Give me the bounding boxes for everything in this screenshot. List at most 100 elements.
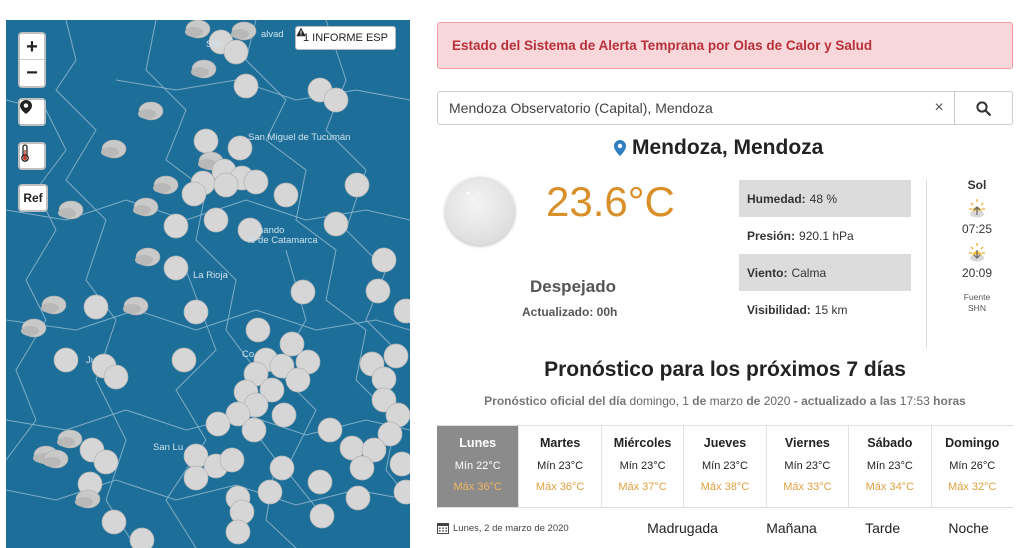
- forecast-sub-mid: - actualizado a las: [793, 394, 897, 408]
- station-marker-clear[interactable]: [323, 211, 349, 237]
- day-tab-martes[interactable]: Martes Mín 23°C Máx 36°C: [518, 426, 600, 507]
- station-marker-clear[interactable]: [241, 417, 267, 443]
- zoom-out-button[interactable]: −: [20, 60, 44, 86]
- station-marker-cloudy-shadow: [101, 147, 119, 157]
- day-name: Domingo: [945, 436, 1000, 450]
- location-heading: Mendoza, Mendoza: [614, 136, 823, 160]
- station-marker-clear[interactable]: [371, 247, 397, 273]
- day-max: Máx 37°C: [618, 481, 667, 493]
- station-marker-clear[interactable]: [345, 485, 371, 511]
- day-tab-sabado[interactable]: Sábado Mín 23°C Máx 34°C: [848, 426, 930, 507]
- station-marker-clear[interactable]: [317, 417, 343, 443]
- station-marker-clear[interactable]: [371, 366, 397, 392]
- station-marker-clear[interactable]: [271, 402, 297, 428]
- station-marker-clear[interactable]: [245, 317, 271, 343]
- station-marker-cloudy-shadow: [133, 205, 151, 215]
- station-marker-clear[interactable]: [183, 465, 209, 491]
- station-marker-clear[interactable]: [285, 367, 311, 393]
- station-marker-clear[interactable]: [269, 455, 295, 481]
- station-marker-clear[interactable]: [103, 364, 129, 390]
- day-max: Máx 33°C: [783, 481, 832, 493]
- station-marker-clear[interactable]: [349, 455, 375, 481]
- stat-wind: Viento: Calma: [739, 254, 911, 291]
- station-marker-cloudy-shadow: [58, 208, 76, 218]
- day-max: Máx 36°C: [535, 481, 585, 493]
- station-marker-clear[interactable]: [393, 298, 410, 324]
- station-marker-clear[interactable]: [203, 207, 229, 233]
- station-marker-clear[interactable]: [129, 527, 155, 548]
- day-name: Miércoles: [613, 436, 672, 450]
- location-pin-icon: [614, 140, 626, 156]
- day-tab-miercoles[interactable]: Miércoles Mín 23°C Máx 37°C: [600, 426, 683, 507]
- station-marker-clear[interactable]: [93, 449, 119, 475]
- heat-alert-banner[interactable]: Estado del Sistema de Alerta Temprana po…: [437, 22, 1013, 69]
- forecast-sub-daynum: 1: [682, 394, 689, 408]
- station-markers[interactable]: [21, 20, 410, 548]
- station-marker-clear[interactable]: [344, 172, 370, 198]
- special-report-badge[interactable]: 1 INFORME ESP: [295, 26, 396, 50]
- sunrise-time: 07:25: [961, 222, 993, 236]
- station-marker-clear[interactable]: [171, 347, 197, 373]
- search-button[interactable]: [954, 92, 1012, 124]
- locate-button[interactable]: [18, 98, 46, 126]
- station-marker-cloudy-shadow: [185, 27, 203, 37]
- day-tab-domingo[interactable]: Domingo Mín 26°C Máx 32°C: [930, 426, 1013, 507]
- label-la-rioja: La Rioja: [193, 270, 229, 281]
- day-tab-jueves[interactable]: Jueves Mín 23°C Máx 38°C: [683, 426, 765, 507]
- day-name: Viernes: [784, 436, 830, 450]
- day-periods: Madrugada Mañana Tarde Noche: [617, 520, 1013, 536]
- station-marker-clear[interactable]: [323, 87, 349, 113]
- day-tab-lunes[interactable]: Lunes Mín 22°C Máx 36°C: [437, 426, 519, 507]
- station-marker-clear[interactable]: [225, 519, 251, 545]
- station-marker-clear[interactable]: [205, 411, 231, 437]
- station-marker-clear[interactable]: [233, 73, 259, 99]
- station-marker-clear[interactable]: [273, 182, 299, 208]
- forecast-title: Pronóstico para los próximos 7 días: [544, 358, 906, 381]
- day-tab-viernes[interactable]: Viernes Mín 23°C Máx 33°C: [765, 426, 848, 507]
- sunset-icon: [966, 242, 988, 264]
- station-marker-cloudy-shadow: [21, 326, 39, 336]
- station-marker-clear[interactable]: [309, 503, 335, 529]
- station-marker-clear[interactable]: [163, 255, 189, 281]
- zoom-in-button[interactable]: +: [20, 34, 44, 60]
- period-madrugada: Madrugada: [647, 520, 718, 536]
- station-marker-clear[interactable]: [389, 451, 410, 477]
- current-condition: Despejado: [530, 277, 616, 296]
- station-marker-clear[interactable]: [183, 299, 209, 325]
- calendar-icon: [437, 523, 449, 534]
- temperature-layer-button[interactable]: [18, 142, 46, 170]
- station-marker-clear[interactable]: [193, 128, 219, 154]
- source-value: SHN: [968, 303, 986, 314]
- station-marker-clear[interactable]: [163, 213, 189, 239]
- station-marker-clear[interactable]: [257, 479, 283, 505]
- station-marker-clear[interactable]: [101, 509, 127, 535]
- station-marker-clear[interactable]: [223, 39, 249, 65]
- stat-visibility-value: 15 km: [814, 302, 848, 317]
- station-marker-clear[interactable]: [290, 279, 316, 305]
- reference-button[interactable]: Ref: [18, 184, 48, 212]
- station-marker-clear[interactable]: [365, 278, 391, 304]
- day-min: Mín 23°C: [537, 460, 584, 472]
- map-canvas[interactable]: Salt alvad San Miguel de Tucumán nando l…: [6, 20, 410, 548]
- day-min: Mín 23°C: [701, 460, 748, 472]
- station-marker-clear[interactable]: [219, 447, 245, 473]
- sunrise-icon: [966, 198, 988, 220]
- label-cordoba: Co: [242, 349, 254, 360]
- station-marker-clear[interactable]: [213, 172, 239, 198]
- search-icon: [976, 100, 991, 116]
- forecast-sub-month: marzo: [709, 394, 743, 408]
- station-marker-clear[interactable]: [181, 181, 207, 207]
- period-manana: Mañana: [766, 520, 817, 536]
- clear-sky-icon-detail: [465, 191, 474, 201]
- search-input[interactable]: [438, 92, 924, 124]
- weather-map[interactable]: Salt alvad San Miguel de Tucumán nando l…: [6, 20, 410, 548]
- station-marker-cloudy-shadow: [41, 303, 59, 313]
- station-marker-clear[interactable]: [307, 469, 333, 495]
- station-marker-clear[interactable]: [83, 294, 109, 320]
- stat-wind-label: Viento:: [747, 265, 788, 280]
- station-marker-clear[interactable]: [243, 169, 269, 195]
- station-marker-clear[interactable]: [53, 347, 79, 373]
- clear-search-button[interactable]: ×: [924, 92, 954, 124]
- weather-stats: Humedad: 48 % Presión: 920.1 hPa Viento: Ca…: [739, 180, 911, 328]
- station-marker-clear[interactable]: [383, 343, 409, 369]
